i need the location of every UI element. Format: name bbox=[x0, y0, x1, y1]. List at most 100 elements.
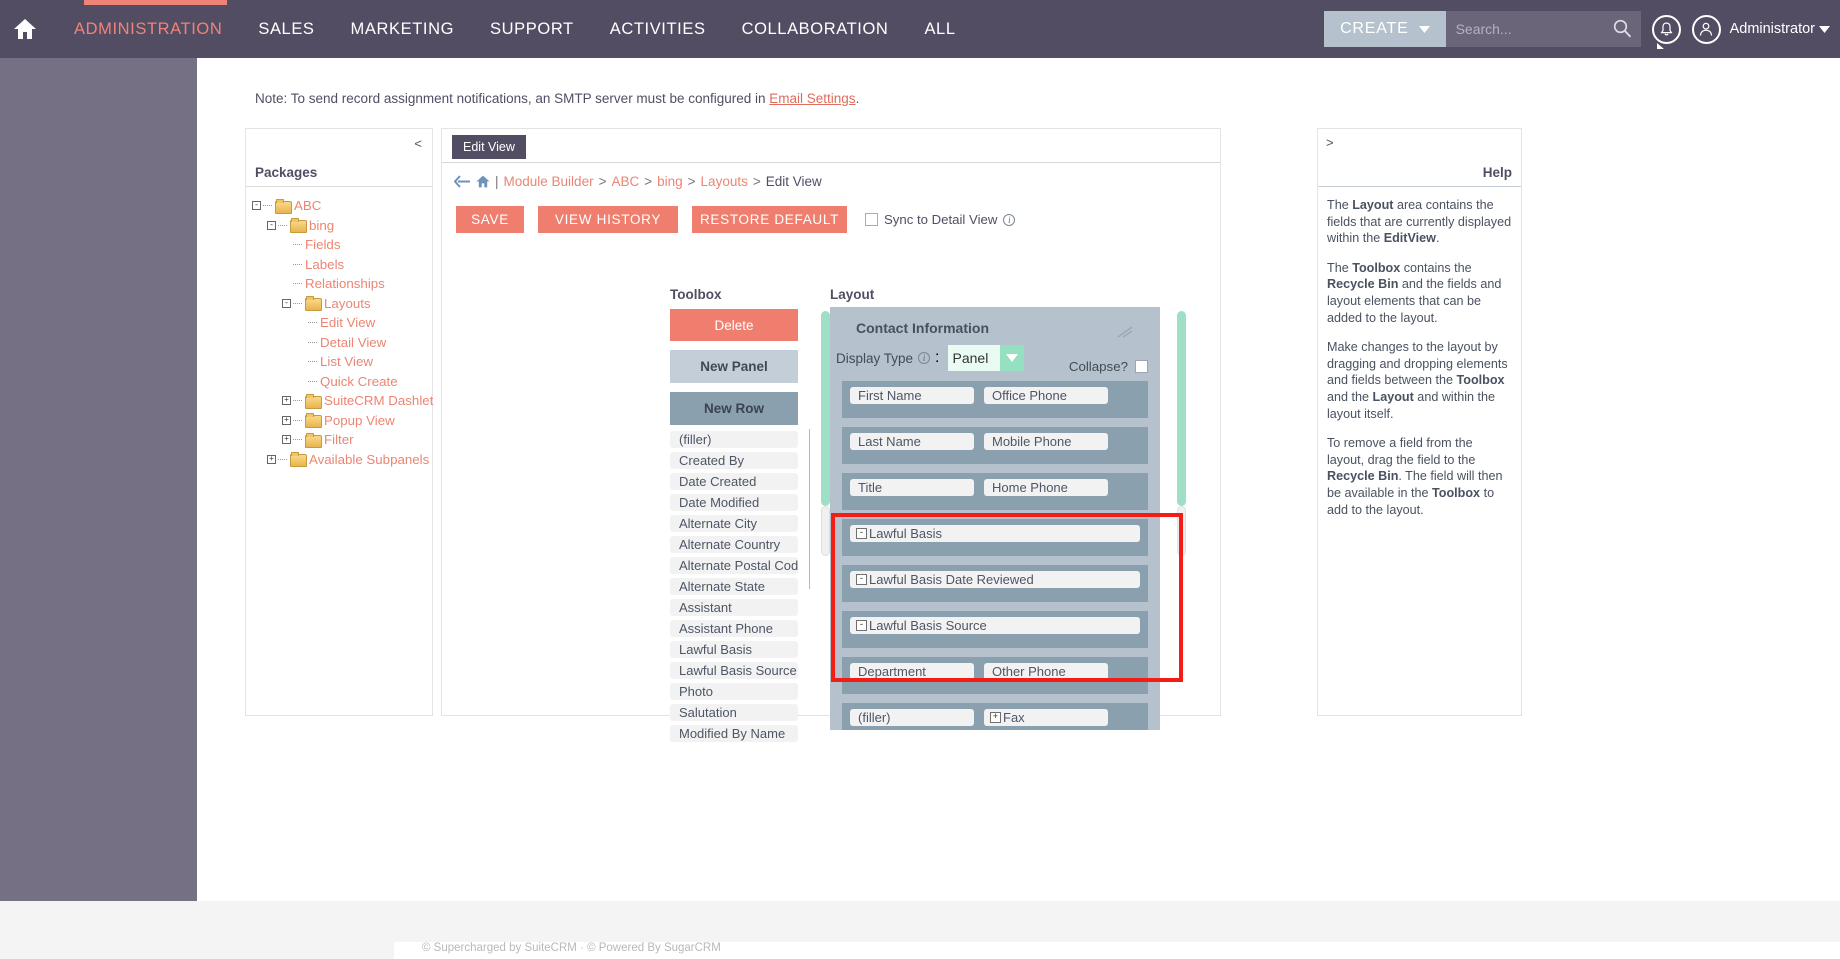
collapse-field-toggle-icon[interactable]: - bbox=[856, 574, 867, 585]
tree-node-quick-create[interactable]: Quick Create bbox=[250, 372, 428, 392]
tree-node-label[interactable]: SuiteCRM Dashlet bbox=[324, 393, 433, 408]
collapse-toggle-icon[interactable]: - bbox=[282, 299, 291, 308]
tree-node-list-view[interactable]: List View bbox=[250, 352, 428, 372]
breadcrumb-module-builder[interactable]: Module Builder bbox=[504, 174, 594, 189]
layout-row[interactable]: Department Other Phone bbox=[842, 657, 1148, 694]
nav-item-support[interactable]: SUPPORT bbox=[472, 0, 592, 58]
help-expand-chevron-right-icon[interactable]: > bbox=[1326, 135, 1334, 150]
display-type-info-icon[interactable]: i bbox=[918, 352, 930, 364]
tree-node-abc[interactable]: - ABC bbox=[250, 196, 428, 216]
packages-collapse-chevron-left-icon[interactable]: < bbox=[414, 136, 422, 151]
expand-toggle-icon[interactable]: + bbox=[282, 416, 291, 425]
new-row-button[interactable]: New Row bbox=[670, 392, 798, 425]
layout-row[interactable]: TitleHome Phone bbox=[842, 473, 1148, 510]
layout-field-department[interactable]: Department bbox=[850, 663, 974, 680]
layout-scrollbar-left-thumb[interactable] bbox=[821, 311, 830, 506]
search-box[interactable] bbox=[1446, 11, 1641, 47]
layout-row[interactable]: (filler)+Fax bbox=[842, 703, 1148, 730]
tree-node-label[interactable]: ABC bbox=[294, 198, 321, 213]
search-icon[interactable] bbox=[1613, 19, 1632, 43]
new-panel-button[interactable]: New Panel bbox=[670, 350, 798, 383]
tree-node-label[interactable]: Available Subpanels bbox=[309, 452, 429, 467]
nav-item-collaboration[interactable]: COLLABORATION bbox=[724, 0, 907, 58]
sync-to-detail-view-checkbox[interactable] bbox=[865, 213, 878, 226]
layout-scrollbar-left-track[interactable] bbox=[821, 506, 830, 556]
delete-recycle-bin-button[interactable]: Delete bbox=[670, 309, 798, 341]
toolbox-field-created-by[interactable]: Created By bbox=[670, 452, 798, 469]
tree-node-popup-view[interactable]: + Popup View bbox=[250, 411, 428, 431]
panel-drag-grip-icon[interactable] bbox=[1116, 325, 1134, 339]
collapse-field-toggle-icon[interactable]: - bbox=[856, 528, 867, 539]
tree-node-layouts[interactable]: - Layouts bbox=[250, 294, 428, 314]
toolbox-field-alternate-city[interactable]: Alternate City bbox=[670, 515, 798, 532]
restore-default-button[interactable]: RESTORE DEFAULT bbox=[692, 206, 847, 233]
tree-node-label[interactable]: Filter bbox=[324, 432, 354, 447]
expand-toggle-icon[interactable]: + bbox=[267, 455, 276, 464]
toolbox-field-photo[interactable]: Photo bbox=[670, 683, 798, 700]
sync-info-icon[interactable]: i bbox=[1003, 214, 1015, 226]
breadcrumb-home-icon[interactable] bbox=[476, 175, 490, 188]
tree-node-fields[interactable]: Fields bbox=[250, 235, 428, 255]
tree-node-detail-view[interactable]: Detail View bbox=[250, 333, 428, 353]
layout-row[interactable]: -Lawful Basis bbox=[842, 519, 1148, 556]
tree-node-label[interactable]: Labels bbox=[305, 257, 344, 272]
toolbox-drag-handle[interactable] bbox=[809, 429, 813, 509]
expand-field-toggle-icon[interactable]: + bbox=[990, 712, 1001, 723]
collapse-toggle-icon[interactable]: - bbox=[267, 221, 276, 230]
toolbox-field-date-modified[interactable]: Date Modified bbox=[670, 494, 798, 511]
tree-node-suitecrm-dashlet[interactable]: +SuiteCRM Dashlet bbox=[250, 391, 428, 411]
user-menu-label[interactable]: Administrator bbox=[1730, 21, 1815, 37]
tree-node-label[interactable]: Edit View bbox=[320, 315, 375, 330]
breadcrumb-bing[interactable]: bing bbox=[657, 174, 683, 189]
breadcrumb-layouts[interactable]: Layouts bbox=[701, 174, 748, 189]
tree-node-label[interactable]: Popup View bbox=[324, 413, 395, 428]
tree-node-filter[interactable]: + Filter bbox=[250, 430, 428, 450]
collapse-field-toggle-icon[interactable]: - bbox=[856, 620, 867, 631]
nav-item-all[interactable]: ALL bbox=[906, 0, 973, 58]
toolbox-field-modified-by-name[interactable]: Modified By Name bbox=[670, 725, 798, 742]
tree-node-label[interactable]: List View bbox=[320, 354, 373, 369]
expand-toggle-icon[interactable]: + bbox=[282, 435, 291, 444]
layout-row[interactable]: Last NameMobile Phone bbox=[842, 427, 1148, 464]
layout-field-first-name[interactable]: First Name bbox=[850, 387, 974, 404]
tree-node-label[interactable]: Layouts bbox=[324, 296, 371, 311]
toolbox-field-lawful-basis[interactable]: Lawful Basis bbox=[670, 641, 798, 658]
tree-node-label[interactable]: bing bbox=[309, 218, 334, 233]
expand-toggle-icon[interactable]: + bbox=[282, 396, 291, 405]
display-type-value[interactable]: Panel bbox=[948, 345, 1000, 371]
nav-item-marketing[interactable]: MARKETING bbox=[333, 0, 473, 58]
tree-node-label[interactable]: Relationships bbox=[305, 276, 385, 291]
toolbox-field-date-created[interactable]: Date Created bbox=[670, 473, 798, 490]
nav-item-sales[interactable]: SALES bbox=[240, 0, 332, 58]
nav-item-administration[interactable]: ADMINISTRATION bbox=[56, 0, 240, 58]
email-settings-link[interactable]: Email Settings bbox=[769, 91, 855, 106]
collapse-toggle-icon[interactable]: - bbox=[252, 201, 261, 210]
display-type-select[interactable]: Panel bbox=[948, 345, 1024, 371]
layout-row[interactable]: First NameOffice Phone bbox=[842, 381, 1148, 418]
layout-field-mobile-phone[interactable]: Mobile Phone bbox=[984, 433, 1108, 450]
layout-field-title[interactable]: Title bbox=[850, 479, 974, 496]
layout-field-lawful-basis-date-reviewed[interactable]: -Lawful Basis Date Reviewed bbox=[850, 571, 1140, 588]
tab-edit-view[interactable]: Edit View bbox=[452, 135, 526, 159]
layout-field-other-phone[interactable]: Other Phone bbox=[984, 663, 1108, 680]
user-avatar-icon[interactable] bbox=[1692, 15, 1721, 44]
display-type-chevron-down-icon[interactable] bbox=[1000, 345, 1024, 371]
toolbox-field-alternate-state[interactable]: Alternate State bbox=[670, 578, 798, 595]
layout-row[interactable]: -Lawful Basis Source bbox=[842, 611, 1148, 648]
layout-field-lawful-basis[interactable]: -Lawful Basis bbox=[850, 525, 1140, 542]
create-button[interactable]: CREATE bbox=[1324, 11, 1446, 47]
breadcrumb-abc[interactable]: ABC bbox=[611, 174, 639, 189]
collapse-checkbox[interactable] bbox=[1135, 360, 1148, 373]
layout-field-lawful-basis-source[interactable]: -Lawful Basis Source bbox=[850, 617, 1140, 634]
toolbox-field-assistant-phone[interactable]: Assistant Phone bbox=[670, 620, 798, 637]
toolbox-field-alternate-country[interactable]: Alternate Country bbox=[670, 536, 798, 553]
tree-node-label[interactable]: Detail View bbox=[320, 335, 386, 350]
view-history-button[interactable]: VIEW HISTORY bbox=[538, 206, 678, 233]
nav-item-activities[interactable]: ACTIVITIES bbox=[592, 0, 724, 58]
toolbox-field-alternate-postal-code[interactable]: Alternate Postal Code bbox=[670, 557, 798, 574]
home-icon[interactable] bbox=[10, 17, 40, 41]
notifications-bell-icon[interactable] bbox=[1652, 15, 1681, 44]
layout-field-filler[interactable]: (filler) bbox=[850, 709, 974, 726]
tree-node-labels[interactable]: Labels bbox=[250, 255, 428, 275]
toolbox-field-assistant[interactable]: Assistant bbox=[670, 599, 798, 616]
